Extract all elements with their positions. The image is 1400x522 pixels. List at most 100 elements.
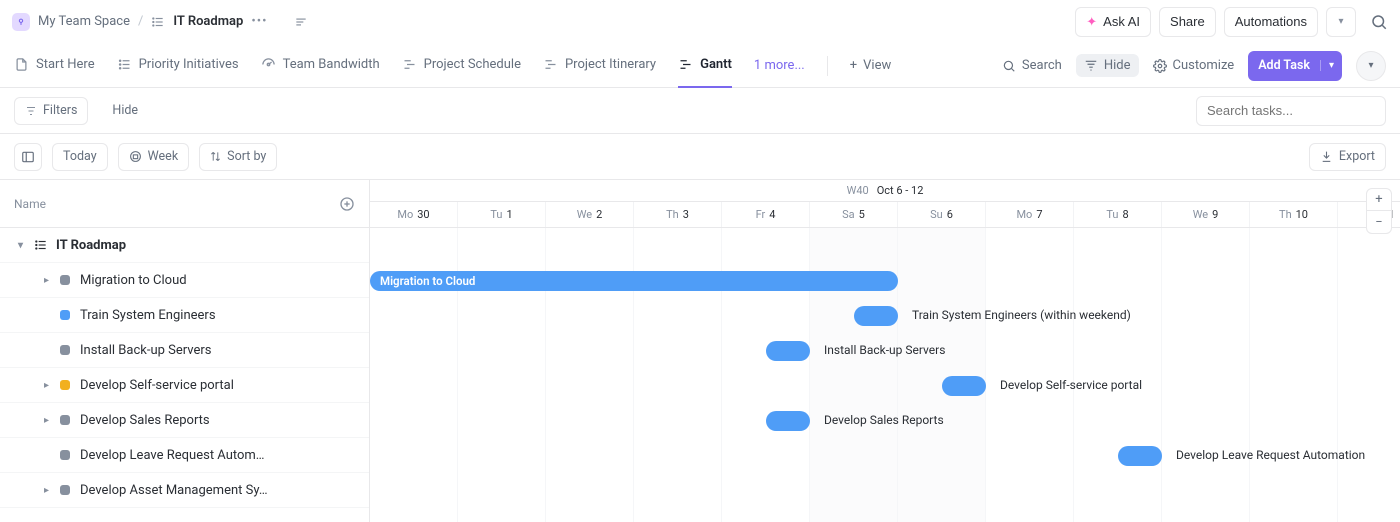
today-button[interactable]: Today	[52, 143, 108, 171]
day-header: Tu8	[1074, 202, 1162, 227]
task-row[interactable]: ▸ Develop Asset Management Sy…	[0, 473, 369, 508]
caret-down-icon: ▾	[18, 240, 30, 251]
top-bar: My Team Space / IT Roadmap ••• ✦ Ask AI …	[0, 0, 1400, 44]
plus-icon: +	[850, 58, 857, 73]
day-header: Sa5	[810, 202, 898, 227]
gantt-bar[interactable]	[854, 306, 898, 326]
status-icon	[60, 345, 70, 355]
view-tab[interactable]: Project Itinerary	[543, 44, 656, 88]
list-ordered-icon	[117, 57, 132, 72]
status-icon	[60, 450, 70, 460]
gantt-bar[interactable]	[766, 341, 810, 361]
gantt-icon	[543, 57, 558, 72]
view-tab[interactable]: Team Bandwidth	[261, 44, 380, 88]
views-list: Start Here Priority Initiatives Team Bandw…	[14, 44, 891, 88]
views-customize-label: Customize	[1173, 58, 1235, 73]
grid-column	[1338, 228, 1400, 522]
automations-button[interactable]: Automations	[1224, 7, 1318, 37]
gantt-bar-label: Develop Leave Request Automation	[1176, 448, 1365, 462]
gantt-bar[interactable]	[942, 376, 986, 396]
chevron-down-icon: ▾	[1338, 16, 1343, 27]
sidebar-toggle[interactable]	[14, 143, 42, 171]
filters-label: Filters	[43, 103, 77, 118]
share-button[interactable]: Share	[1159, 7, 1216, 37]
zoom-in-button[interactable]: +	[1367, 189, 1391, 211]
task-row[interactable]: ▸ Develop Self-service portal	[0, 368, 369, 403]
automations-dropdown[interactable]: ▾	[1326, 7, 1356, 37]
ask-ai-button[interactable]: ✦ Ask AI	[1075, 7, 1151, 37]
view-tab[interactable]: Gantt	[678, 44, 732, 88]
export-button[interactable]: Export	[1309, 143, 1386, 171]
gantt-toolbar: Today Week Sort by Export	[0, 134, 1400, 180]
add-view-button[interactable]: +View	[850, 58, 892, 73]
day-header: Fr4	[722, 202, 810, 227]
caret-right-icon[interactable]: ▸	[44, 415, 56, 426]
sidebar-header-label: Name	[14, 197, 46, 211]
sort-label: Sort by	[227, 149, 266, 164]
caret-right-icon[interactable]: ▸	[44, 380, 56, 391]
sidebar-header: Name	[0, 180, 369, 228]
gauge-icon	[261, 57, 276, 72]
grid-column	[1162, 228, 1250, 522]
task-label: Develop Self-service portal	[80, 378, 234, 393]
hide-button[interactable]: Hide	[102, 97, 148, 125]
ask-ai-label: Ask AI	[1103, 14, 1140, 29]
views-customize[interactable]: Customize	[1153, 58, 1235, 73]
view-tab[interactable]: Project Schedule	[402, 44, 521, 88]
timeline-week-header: W40 Oct 6 - 12	[370, 180, 1400, 202]
day-header: Su6	[898, 202, 986, 227]
task-row[interactable]: ▸Migration to Cloud	[0, 263, 369, 298]
sort-button[interactable]: Sort by	[199, 143, 277, 171]
group-label: IT Roadmap	[56, 238, 126, 253]
breadcrumb-list[interactable]: IT Roadmap	[173, 14, 243, 29]
views-more[interactable]: 1 more...	[754, 58, 805, 73]
day-header: Th3	[634, 202, 722, 227]
task-row[interactable]: Develop Leave Request Autom…	[0, 438, 369, 473]
task-row[interactable]: Install Back-up Servers	[0, 333, 369, 368]
gantt-bar[interactable]	[1118, 446, 1162, 466]
automations-label: Automations	[1235, 14, 1307, 29]
gantt-bar-label: Develop Self-service portal	[1000, 378, 1142, 392]
views-hide[interactable]: Hide	[1076, 54, 1139, 77]
task-row[interactable]: ▸Develop Sales Reports	[0, 403, 369, 438]
caret-right-icon[interactable]: ▸	[44, 275, 56, 286]
task-row[interactable]: Train System Engineers	[0, 298, 369, 333]
breadcrumb-space[interactable]: My Team Space	[38, 14, 130, 29]
caret-right-icon[interactable]: ▸	[44, 485, 56, 496]
global-search-icon[interactable]	[1370, 13, 1388, 31]
gantt-bar-label: Install Back-up Servers	[824, 343, 945, 357]
day-header: We9	[1162, 202, 1250, 227]
chevron-down-icon[interactable]: ▾	[1320, 60, 1342, 71]
grid-column	[898, 228, 986, 522]
task-label: Develop Leave Request Autom…	[80, 448, 265, 463]
task-search-input[interactable]	[1196, 96, 1386, 126]
overflow-button[interactable]: ▾	[1356, 51, 1386, 81]
view-tab[interactable]: Priority Initiatives	[117, 44, 239, 88]
gantt-bar[interactable]: Migration to Cloud	[370, 271, 898, 291]
secondary-list-icon[interactable]	[294, 15, 308, 29]
zoom-out-button[interactable]: −	[1367, 211, 1391, 233]
more-icon[interactable]: •••	[251, 14, 267, 29]
group-row[interactable]: ▾ IT Roadmap	[0, 228, 369, 263]
status-icon	[60, 275, 70, 285]
add-column-icon[interactable]	[339, 196, 355, 212]
filters-button[interactable]: Filters	[14, 97, 88, 125]
timeline-body[interactable]: Migration to Cloud Train System Engineers…	[370, 228, 1400, 522]
task-label: Develop Asset Management Sy…	[80, 483, 268, 498]
views-bar: Start Here Priority Initiatives Team Bandw…	[0, 44, 1400, 88]
gantt-bar-label: Train System Engineers (within weekend)	[912, 308, 1131, 322]
status-icon	[60, 380, 70, 390]
week-number: W40	[847, 184, 869, 197]
views-search-label: Search	[1022, 58, 1062, 73]
export-label: Export	[1339, 149, 1375, 164]
view-tab[interactable]: Start Here	[14, 44, 95, 88]
gantt-sidebar: Name ▾ IT Roadmap ▸Migration to CloudTra…	[0, 180, 370, 522]
views-search[interactable]: Search	[1002, 58, 1062, 73]
views-actions: Search Hide Customize Add Task ▾ ▾	[1002, 51, 1386, 81]
zoom-week-button[interactable]: Week	[118, 143, 190, 171]
day-header: We2	[546, 202, 634, 227]
add-task-button[interactable]: Add Task ▾	[1248, 51, 1342, 81]
gantt-bar[interactable]	[766, 411, 810, 431]
view-tab-label: Team Bandwidth	[283, 57, 380, 72]
gantt-timeline[interactable]: W40 Oct 6 - 12 Mo30Tu1We2Th3Fr4Sa5Su6Mo7…	[370, 180, 1400, 522]
